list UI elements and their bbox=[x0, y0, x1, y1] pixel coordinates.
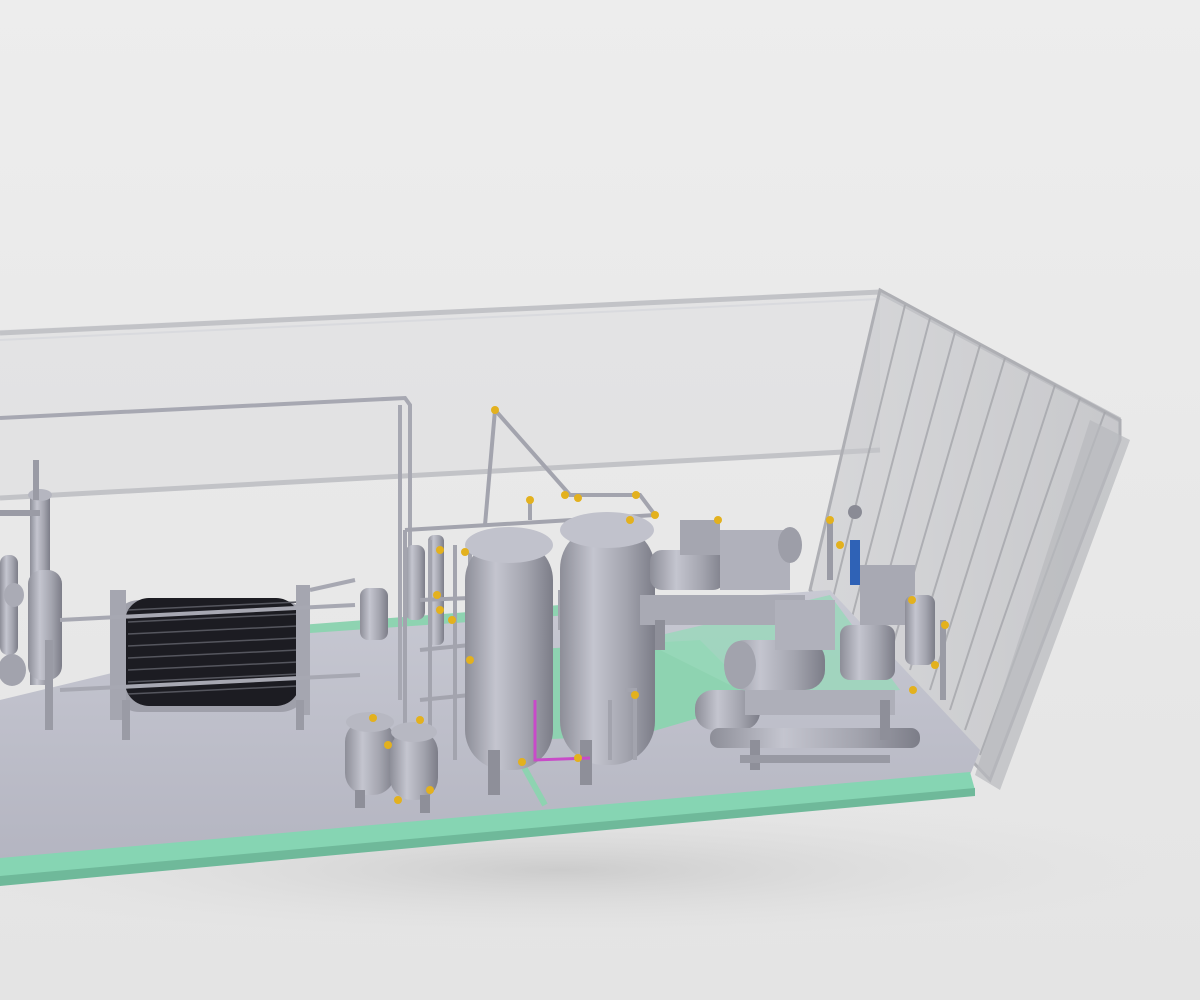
adsorber-tank-1 bbox=[465, 527, 553, 795]
adsorber-tank-2 bbox=[560, 512, 655, 785]
container-render bbox=[0, 0, 1200, 1000]
